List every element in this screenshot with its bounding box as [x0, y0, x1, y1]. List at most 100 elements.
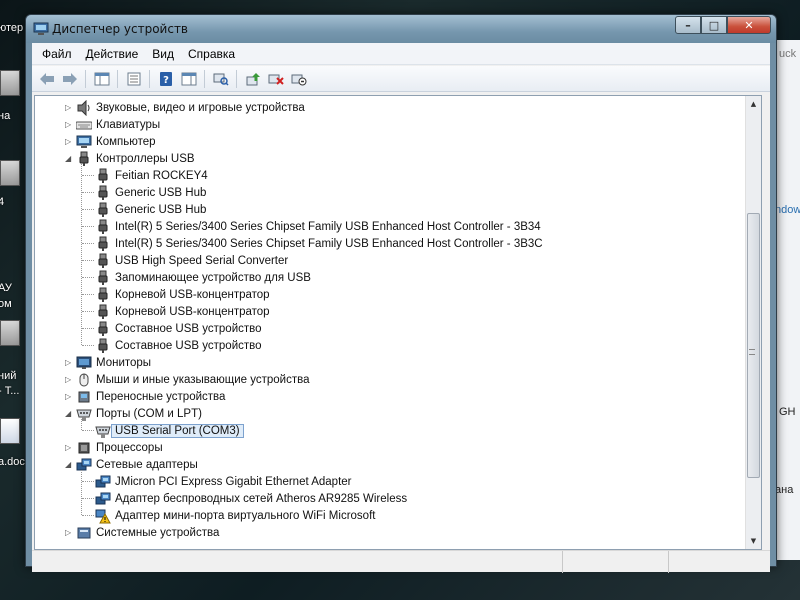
device-label: Процессоры — [96, 441, 163, 454]
uninstall-button[interactable] — [265, 69, 286, 89]
device-node[interactable]: Корневой USB-концентратор — [35, 286, 750, 303]
collapse-arrow-icon[interactable]: ◢ — [65, 410, 73, 418]
menu-view[interactable]: Вид — [145, 47, 181, 61]
tree-connector-line — [82, 311, 94, 312]
device-node[interactable]: Generic USB Hub — [35, 184, 750, 201]
desktop-left-edge: ютер на 4 АУ ом ний - Т... a.doc — [0, 0, 25, 600]
minimize-button[interactable]: – — [675, 16, 701, 34]
document-icon[interactable] — [0, 418, 20, 444]
device-category-node[interactable]: ▷ Системные устройства — [35, 524, 750, 541]
tree-connector-line — [82, 481, 94, 482]
port-icon — [95, 423, 111, 439]
expand-arrow-icon[interactable]: ▷ — [65, 376, 73, 384]
usb-plug-icon — [95, 202, 111, 218]
device-category-node[interactable]: ▷ Процессоры — [35, 439, 750, 456]
desktop-shortcut-icon[interactable] — [0, 160, 20, 186]
menu-file[interactable]: Файл — [35, 47, 79, 61]
scroll-down-arrow-icon[interactable]: ▼ — [746, 533, 761, 549]
expand-arrow-icon[interactable]: ▷ — [65, 104, 73, 112]
forward-button[interactable] — [59, 69, 80, 89]
usb-plug-icon — [95, 321, 111, 337]
background-label: ndow — [776, 204, 800, 216]
help-button[interactable]: ? — [155, 69, 176, 89]
device-label: Компьютер — [96, 135, 156, 148]
background-label: uck — [779, 48, 797, 60]
device-node[interactable]: Generic USB Hub — [35, 201, 750, 218]
toolbar-separator — [85, 69, 86, 88]
device-label: USB Serial Port (COM3) — [111, 423, 244, 438]
toolbar: ? — [32, 66, 770, 92]
processor-icon — [76, 440, 92, 456]
device-node[interactable]: JMicron PCI Express Gigabit Ethernet Ada… — [35, 473, 750, 490]
device-category-node[interactable]: ▷ Клавиатуры — [35, 116, 750, 133]
tree-connector-line — [82, 209, 94, 210]
disable-icon — [291, 74, 306, 85]
close-button[interactable]: ✕ — [727, 16, 771, 34]
device-node[interactable]: Адаптер мини-порта виртуального WiFi Mic… — [35, 507, 750, 524]
device-label: Корневой USB-концентратор — [115, 288, 270, 301]
keyboard-icon — [75, 117, 93, 133]
menu-action[interactable]: Действие — [79, 47, 146, 61]
maximize-button[interactable]: □ — [701, 16, 727, 34]
expand-arrow-icon[interactable]: ▷ — [65, 529, 73, 537]
desktop-label: ютер — [0, 22, 24, 34]
tree-connector-line — [82, 515, 94, 516]
device-category-node[interactable]: ▷ Компьютер — [35, 133, 750, 150]
device-node[interactable]: Запоминающее устройство для USB — [35, 269, 750, 286]
device-manager-window: Диспетчер устройств – □ ✕ Файл Действие … — [25, 14, 777, 573]
tree-connector-line — [82, 192, 94, 193]
device-node[interactable]: Feitian ROCKEY4 — [35, 167, 750, 184]
device-node[interactable]: Составное USB устройство — [35, 320, 750, 337]
device-node[interactable]: Intel(R) 5 Series/3400 Series Chipset Fa… — [35, 218, 750, 235]
desktop-shortcut-icon[interactable] — [0, 320, 20, 346]
background-window-edge: uck ndow GH ана — [776, 0, 800, 600]
expand-arrow-icon[interactable]: ▷ — [65, 138, 73, 146]
collapse-arrow-icon[interactable]: ◢ — [65, 155, 73, 163]
scan-hardware-button[interactable] — [210, 69, 231, 89]
toolbar-separator — [117, 69, 118, 88]
tree-connector-line — [82, 260, 94, 261]
device-node[interactable]: Составное USB устройство — [35, 337, 750, 354]
device-category-node[interactable]: ▷ Мониторы — [35, 354, 750, 371]
toolbar-separator — [236, 69, 237, 88]
title-bar[interactable]: Диспетчер устройств – □ ✕ — [26, 15, 776, 43]
tree-connector-line — [82, 277, 94, 278]
update-driver-button[interactable] — [242, 69, 263, 89]
portable-device-icon — [76, 389, 92, 405]
device-category-node[interactable]: ◢ Сетевые адаптеры — [35, 456, 750, 473]
expand-arrow-icon[interactable]: ▷ — [65, 444, 73, 452]
device-label: Корневой USB-концентратор — [115, 305, 270, 318]
show-hide-console-tree-button[interactable] — [91, 69, 112, 89]
usb-plug-icon — [95, 168, 111, 184]
expand-arrow-icon[interactable]: ▷ — [65, 121, 73, 129]
action-pane-button[interactable] — [178, 69, 199, 89]
device-category-node[interactable]: ◢ Контроллеры USB — [35, 150, 750, 167]
device-category-node[interactable]: ◢ Порты (COM и LPT) — [35, 405, 750, 422]
device-node[interactable]: USB High Speed Serial Converter — [35, 252, 750, 269]
scrollbar-thumb[interactable] — [747, 213, 760, 478]
status-panel-divider — [668, 551, 669, 573]
back-button[interactable] — [36, 69, 57, 89]
device-node[interactable]: USB Serial Port (COM3) — [35, 422, 750, 439]
menu-help[interactable]: Справка — [181, 47, 242, 61]
vertical-scrollbar[interactable]: ▲ ▼ — [745, 96, 761, 549]
properties-button[interactable] — [123, 69, 144, 89]
usb-plug-icon — [76, 151, 92, 167]
window-client-area: Файл Действие Вид Справка ? ▷ Звуковые, … — [32, 43, 770, 561]
device-category-node[interactable]: ▷ Звуковые, видео и игровые устройства — [35, 99, 750, 116]
device-node[interactable]: Адаптер беспроводных сетей Atheros AR928… — [35, 490, 750, 507]
expand-arrow-icon[interactable]: ▷ — [65, 359, 73, 367]
desktop-shortcut-icon[interactable] — [0, 70, 20, 96]
device-tree-pane[interactable]: ▷ Звуковые, видео и игровые устройства ▷ Кл… — [34, 95, 762, 550]
device-category-node[interactable]: ▷ Мыши и иные указывающие устройства — [35, 371, 750, 388]
device-category-node[interactable]: ▷ Переносные устройства — [35, 388, 750, 405]
collapse-arrow-icon[interactable]: ◢ — [65, 461, 73, 469]
usb-plug-icon — [95, 287, 111, 303]
disable-button[interactable] — [288, 69, 309, 89]
scroll-up-arrow-icon[interactable]: ▲ — [746, 96, 761, 112]
expand-arrow-icon[interactable]: ▷ — [65, 393, 73, 401]
device-node[interactable]: Корневой USB-концентратор — [35, 303, 750, 320]
desktop-label: 4 — [0, 196, 5, 208]
device-node[interactable]: Intel(R) 5 Series/3400 Series Chipset Fa… — [35, 235, 750, 252]
toolbar-separator — [204, 69, 205, 88]
